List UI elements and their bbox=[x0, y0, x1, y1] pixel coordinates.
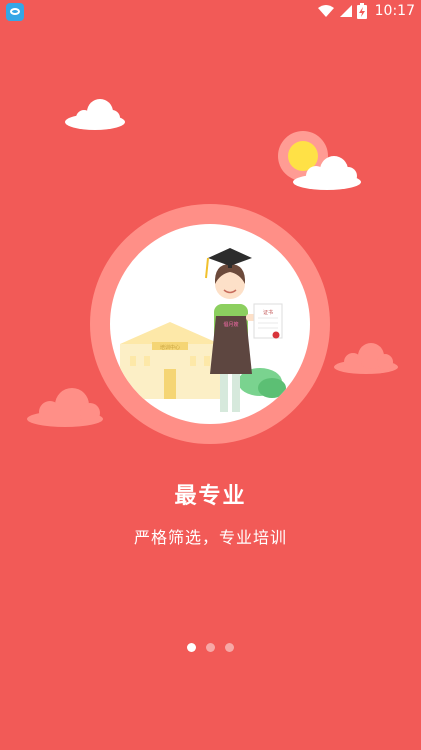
status-icons: 10:17 bbox=[317, 3, 415, 19]
onboarding-subtitle: 严格筛选，专业培训 bbox=[133, 528, 287, 547]
page-indicator-dot-1[interactable] bbox=[187, 643, 196, 652]
battery-charging-icon bbox=[356, 3, 367, 19]
status-time: 10:17 bbox=[374, 3, 415, 19]
graduate-nanny-illustration: 培训中心 倡月嫂 证书 bbox=[120, 248, 286, 412]
building-illustration: 培训中心 bbox=[120, 322, 220, 399]
cloud-icon bbox=[293, 156, 361, 190]
app-notification-icon bbox=[6, 3, 24, 21]
page-indicator-dot-3[interactable] bbox=[225, 643, 234, 652]
page-indicator-dot-2[interactable] bbox=[206, 643, 215, 652]
cloud-icon bbox=[27, 388, 103, 427]
svg-text:倡月嫂: 倡月嫂 bbox=[223, 321, 238, 328]
wifi-icon bbox=[317, 5, 334, 17]
cloud-icon bbox=[334, 343, 398, 374]
page-indicator bbox=[0, 643, 421, 652]
svg-text:培训中心: 培训中心 bbox=[160, 344, 180, 351]
status-bar: 10:17 bbox=[0, 0, 421, 24]
onboarding-title: 最专业 bbox=[174, 484, 247, 509]
certificate-illustration: 证书 bbox=[253, 303, 283, 339]
illustration-circle: 培训中心 倡月嫂 证书 bbox=[110, 224, 310, 424]
svg-text:证书: 证书 bbox=[263, 309, 273, 316]
cloud-icon bbox=[65, 99, 125, 130]
signal-icon bbox=[339, 5, 352, 17]
